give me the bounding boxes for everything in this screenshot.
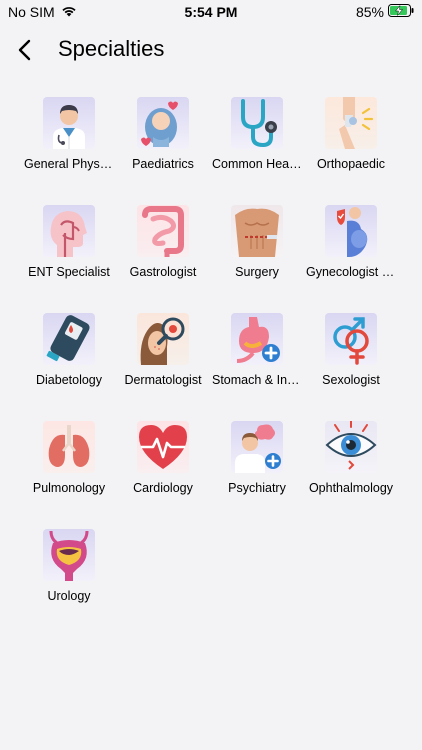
specialty-ophthalmology[interactable]: Ophthalmology xyxy=(304,421,398,529)
specialty-diabetology[interactable]: Diabetology xyxy=(22,313,116,421)
specialty-orthopaedic[interactable]: Orthopaedic xyxy=(304,97,398,205)
specialty-label: Orthopaedic xyxy=(316,157,386,171)
ent-head-icon xyxy=(43,205,95,257)
brain-doctor-icon xyxy=(231,421,283,473)
status-bar: No SIM 5:54 PM 85% xyxy=(0,0,422,24)
specialty-label: Sexologist xyxy=(322,373,380,387)
specialty-label: Cardiology xyxy=(133,481,193,495)
battery-percent: 85% xyxy=(355,4,384,20)
battery-charging-icon xyxy=(388,4,414,20)
specialty-general-physician[interactable]: General Physician xyxy=(22,97,116,205)
specialty-label: Ophthalmology xyxy=(308,481,394,495)
specialty-label: Gynecologist and Obstetrics xyxy=(306,265,398,279)
specialties-grid: General Physician Paediatrics Common Hea… xyxy=(22,97,400,637)
pregnant-woman-icon xyxy=(325,205,377,257)
back-button[interactable] xyxy=(10,36,38,64)
battery-status: 85% xyxy=(356,4,414,20)
specialty-label: ENT Specialist xyxy=(28,265,110,279)
baby-icon xyxy=(137,97,189,149)
skin-magnifier-icon xyxy=(137,313,189,365)
specialty-label: Stomach & Intestines xyxy=(212,373,304,387)
specialty-pulmonology[interactable]: Pulmonology xyxy=(22,421,116,529)
specialty-gynecologist[interactable]: Gynecologist and Obstetrics xyxy=(304,205,398,313)
specialty-common-health-issues[interactable]: Common Health Issues xyxy=(210,97,304,205)
bladder-icon xyxy=(43,529,95,581)
chevron-left-icon xyxy=(18,39,31,61)
specialty-label: Pulmonology xyxy=(32,481,106,495)
knee-joint-icon xyxy=(325,97,377,149)
specialty-psychiatry[interactable]: Psychiatry xyxy=(210,421,304,529)
specialty-label: Common Health Issues xyxy=(212,157,304,171)
specialty-label: Dermatologist xyxy=(124,373,202,387)
intestine-icon xyxy=(137,205,189,257)
navigation-bar: Specialties xyxy=(0,28,422,72)
specialty-label: General Physician xyxy=(24,157,116,171)
glucometer-icon xyxy=(43,313,95,365)
heart-pulse-icon xyxy=(137,421,189,473)
specialty-surgery[interactable]: Surgery xyxy=(210,205,304,313)
specialty-paediatrics[interactable]: Paediatrics xyxy=(116,97,210,205)
doctor-icon xyxy=(43,97,95,149)
specialty-label: Surgery xyxy=(235,265,279,279)
gender-symbols-icon xyxy=(325,313,377,365)
lungs-icon xyxy=(43,421,95,473)
specialty-label: Paediatrics xyxy=(132,157,194,171)
specialty-dermatologist[interactable]: Dermatologist xyxy=(116,313,210,421)
specialty-label: Gastrologist xyxy=(129,265,197,279)
specialty-sexologist[interactable]: Sexologist xyxy=(304,313,398,421)
specialty-label: Diabetology xyxy=(35,373,102,387)
specialty-ent-specialist[interactable]: ENT Specialist xyxy=(22,205,116,313)
stethoscope-icon xyxy=(231,97,283,149)
specialty-label: Psychiatry xyxy=(228,481,286,495)
specialty-label: Urology xyxy=(47,589,91,603)
specialty-cardiology[interactable]: Cardiology xyxy=(116,421,210,529)
specialty-gastrologist[interactable]: Gastrologist xyxy=(116,205,210,313)
specialty-urology[interactable]: Urology xyxy=(22,529,116,637)
page-title: Specialties xyxy=(58,36,165,61)
surgery-torso-icon xyxy=(231,205,283,257)
stomach-icon xyxy=(231,313,283,365)
specialty-stomach-intestines[interactable]: Stomach & Intestines xyxy=(210,313,304,421)
eye-icon xyxy=(325,421,377,473)
